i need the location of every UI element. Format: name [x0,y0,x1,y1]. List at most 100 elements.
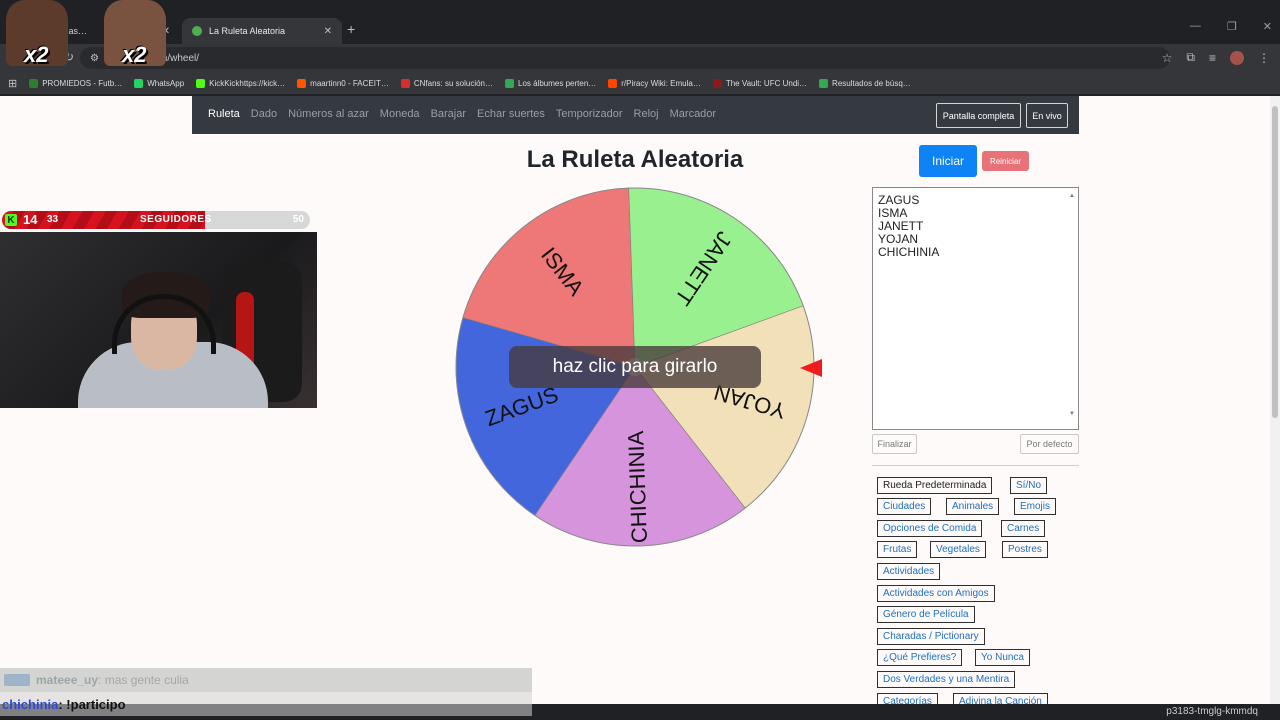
bookmark-piracy[interactable]: r/Piracy Wiki: Emula… [608,78,701,88]
nav-link-numeros[interactable]: Números al azar [288,108,369,120]
preset-vegetales[interactable]: Vegetales [930,541,986,558]
bookmark-favicon-icon [608,78,618,88]
default-button[interactable]: Por defecto [1020,434,1079,454]
preset-si-no[interactable]: Sí/No [1010,477,1048,494]
preset-dos-verdades[interactable]: Dos Verdades y una Mentira [877,671,1016,688]
reset-button[interactable]: Reiniciar [982,151,1029,171]
nav-link-moneda[interactable]: Moneda [380,108,420,120]
new-tab-icon[interactable]: + [347,21,355,37]
bookmark-favicon-icon [29,78,39,88]
preset-genero-pelicula[interactable]: Género de Película [877,606,975,623]
window-controls: — ❐ ✕ [1190,20,1272,33]
preset-yo-nunca[interactable]: Yo Nunca [975,649,1030,666]
page-title: La Ruleta Aleatoria [526,146,744,173]
status-id: p3183-tmglg-kmmdq [1166,706,1258,717]
meme-multiplier: x2 [24,42,49,67]
chat-username: mateee_uy [36,673,99,687]
chat-message: chichinia : !participo [0,692,532,716]
bookmark-vault[interactable]: The Vault: UFC Undi… [712,78,807,88]
preset-ciudades[interactable]: Ciudades [877,498,932,515]
apps-grid-icon[interactable]: ⊞ [8,77,17,90]
name-entry: ZAGUS [878,193,920,207]
preset-adivina-cancion[interactable]: Adivina la Canción [953,693,1048,704]
preset-charadas[interactable]: Charadas / Pictionary [877,628,985,645]
nav-link-barajar[interactable]: Barajar [431,108,466,120]
preset-rueda-predeterminada[interactable]: Rueda Predeterminada [877,477,993,494]
close-tab-icon[interactable]: ✕ [324,26,332,37]
chat-badges-icon [4,674,30,686]
nav-link-ruleta[interactable]: Ruleta [208,108,240,120]
preset-animales[interactable]: Animales [946,498,1000,515]
page-scrollbar[interactable] [1270,96,1280,704]
preset-categorias[interactable]: Categorías [877,693,938,704]
name-entry: CHICHINIA [878,245,940,259]
chat-message: mateee_uy : mas gente culia [0,668,532,692]
browser-tab-ruleta[interactable]: La Ruleta Aleatoria ✕ [182,18,342,44]
preset-actividades[interactable]: Actividades [877,563,941,580]
site-navbar: Ruleta Dado Números al azar Moneda Baraj… [192,96,1079,134]
meme-overlay: x2 x2 [0,0,166,76]
bookmark-star-icon[interactable]: ☆ [1162,51,1173,65]
chat-text: : !participo [58,696,126,712]
menu-icon[interactable]: ⋮ [1258,51,1270,65]
nav-link-dado[interactable]: Dado [251,108,277,120]
tab-title: La Ruleta Aleatoria [209,26,286,36]
maximize-icon[interactable]: ❐ [1227,20,1237,33]
wheel-segment-label: CHICHINIA [623,430,652,544]
follower-previous: 33 [47,214,59,225]
preset-carnes[interactable]: Carnes [1001,520,1046,537]
toolbar-actions: ☆ ⧉ ≡ ⋮ [1162,50,1270,65]
minimize-icon[interactable]: — [1190,20,1201,33]
bookmark-promiedos[interactable]: PROMIEDOS - Futb… [29,78,122,88]
meme-multiplier: x2 [122,42,147,67]
bookmark-favicon-icon [505,78,514,88]
follower-label: SEGUIDORES [140,214,212,225]
profile-avatar[interactable] [1230,50,1244,65]
bookmark-favicon-icon [196,78,206,88]
bookmark-kick[interactable]: KickKickhttps://kick… [196,78,285,88]
bookmark-whatsapp[interactable]: WhatsApp [134,78,184,88]
extensions-icon[interactable]: ⧉ [1186,50,1195,65]
address-bar[interactable]: ⚙ .com/random/wheel/ [80,47,1170,69]
preset-actividades-amigos[interactable]: Actividades con Amigos [877,585,995,602]
webcam-feed [0,232,317,408]
follower-current: 14 [23,212,38,227]
chat-username: chichinia [2,696,59,712]
preset-opciones-comida[interactable]: Opciones de Comida [877,520,983,537]
scrollbar-thumb[interactable] [1272,106,1278,418]
bookmark-favicon-icon [134,78,144,88]
nav-link-reloj[interactable]: Reloj [634,108,659,120]
preset-que-prefieres[interactable]: ¿Qué Prefieres? [877,649,963,666]
nav-link-marcador[interactable]: Marcador [670,108,716,120]
scroll-up-icon[interactable]: ▲ [1069,190,1075,203]
bookmark-faceit[interactable]: maartinn0 - FACEIT… [297,78,389,88]
close-window-icon[interactable]: ✕ [1263,20,1272,33]
bookmark-resultados[interactable]: Resultados de búsq… [819,78,911,88]
scroll-down-icon[interactable]: ▼ [1069,408,1075,421]
browser-tabstrip: m - Kick Das… ✕ La Ruleta Aleatoria ✕ + … [0,0,1280,44]
meme-image: x2 [6,0,68,67]
fullscreen-button[interactable]: Pantalla completa [936,103,1021,128]
browser-toolbar: ← → ↻ ⚙ .com/random/wheel/ ☆ ⧉ ≡ ⋮ [0,44,1280,72]
bookmark-cnfans[interactable]: CNfans: su solución… [400,78,493,88]
preset-postres[interactable]: Postres [1002,541,1048,558]
nav-link-temporizador[interactable]: Temporizador [556,108,623,120]
spin-hint[interactable]: haz clic para girarlo [509,346,761,388]
live-button[interactable]: En vivo [1026,103,1068,128]
media-icon[interactable]: ≡ [1209,51,1216,65]
preset-emojis[interactable]: Emojis [1014,498,1057,515]
names-textarea[interactable]: ZAGUS ISMA JANETT YOJAN CHICHINIA ▲ ▼ [872,187,1079,430]
follower-goal-bar: K 14 33 SEGUIDORES 50 [2,211,310,229]
preset-frutas[interactable]: Frutas [877,541,918,558]
chat-text: : mas gente culia [98,673,189,687]
bookmark-albumes[interactable]: Los álbumes perten… [505,78,596,88]
wheel-pointer-icon [800,359,822,377]
kick-logo-icon: K [5,214,17,226]
nav-link-echar-suertes[interactable]: Echar suertes [477,108,545,120]
divider [872,465,1079,466]
start-button[interactable]: Iniciar [919,145,977,177]
finish-button[interactable]: Finalizar [872,434,917,454]
ruleta-favicon-icon [192,26,202,36]
bookmarks-bar: ⊞ PROMIEDOS - Futb… WhatsApp KickKickhtt… [0,72,1280,94]
site-nav-links: Ruleta Dado Números al azar Moneda Baraj… [208,108,716,120]
